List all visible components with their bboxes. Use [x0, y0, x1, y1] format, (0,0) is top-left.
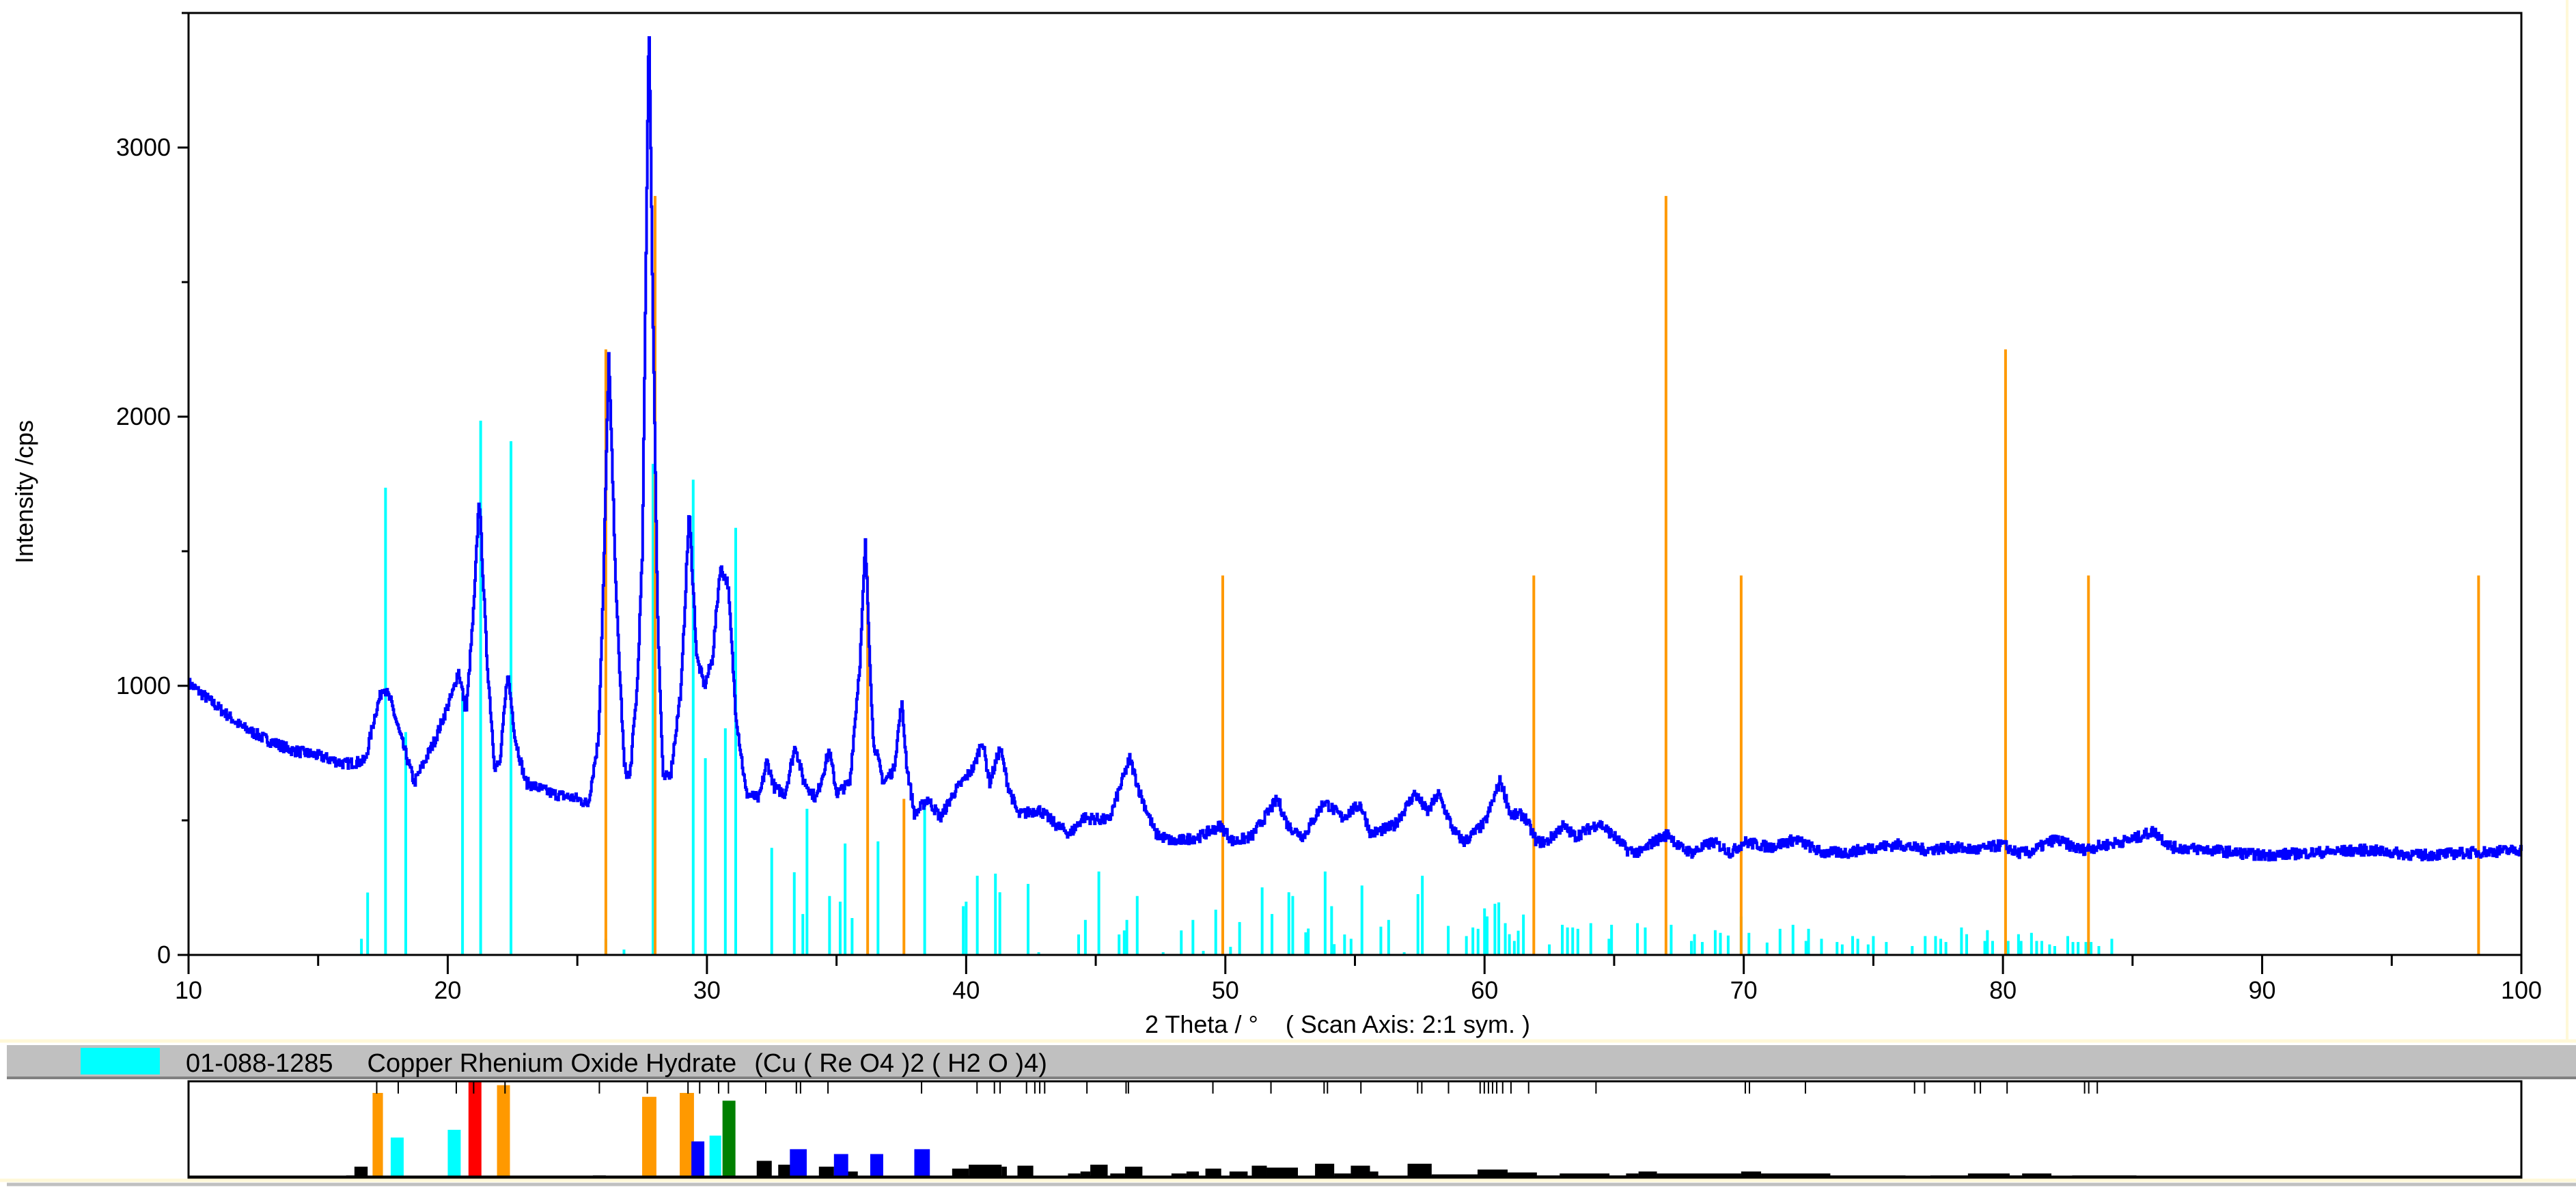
match-bar [468, 1081, 482, 1178]
match-bar [870, 1154, 883, 1178]
x-tick-label: 80 [1989, 976, 2017, 1004]
match-bar [709, 1135, 721, 1178]
y-axis-title: Intensity /cps [10, 420, 38, 564]
x-tick-label: 20 [434, 976, 461, 1004]
y-tick-label: 1000 [116, 671, 171, 699]
xrd-chart: 10 20 30 40 50 60 70 80 90 100 0 1000 2000 3000 2 Th… [0, 0, 2576, 1194]
y-tick-label: 2000 [116, 402, 171, 430]
match-bar [722, 1100, 736, 1178]
x-tick-label: 40 [952, 976, 980, 1004]
match-bar [790, 1149, 807, 1178]
y-tick-label: 3000 [116, 133, 171, 161]
pattern-color-swatch[interactable] [81, 1048, 160, 1074]
x-tick-label: 50 [1212, 976, 1239, 1004]
match-bar [372, 1093, 383, 1178]
match-bar [642, 1096, 656, 1178]
y-tick-label: 0 [157, 941, 171, 969]
match-bar [390, 1137, 404, 1178]
x-tick-label: 30 [693, 976, 721, 1004]
x-axis-title: 2 Theta / ° ( Scan Axis: 2:1 sym. ) [1145, 1010, 1530, 1038]
pattern-name: Copper Rhenium Oxide Hydrate [368, 1049, 737, 1078]
match-bar [914, 1149, 930, 1178]
x-tick-label: 90 [2249, 976, 2276, 1004]
match-bar [691, 1141, 705, 1178]
match-bar [833, 1154, 848, 1178]
x-tick-label: 100 [2501, 976, 2542, 1004]
scan-axis-note: ( Scan Axis: 2:1 sym. ) [1286, 1010, 1530, 1038]
x-tick-label: 10 [175, 976, 202, 1004]
pattern-legend: 01-088-1285 Copper Rhenium Oxide Hydrate (… [186, 1049, 1047, 1078]
x-axis-label: 2 Theta / ° [1145, 1010, 1258, 1038]
pattern-formula: (Cu ( Re O4 )2 ( H2 O )4) [754, 1049, 1047, 1078]
match-bar [497, 1085, 510, 1178]
x-tick-label: 60 [1471, 976, 1498, 1004]
x-tick-label: 70 [1730, 976, 1758, 1004]
pattern-code: 01-088-1285 [186, 1049, 333, 1078]
match-bar [447, 1130, 461, 1178]
